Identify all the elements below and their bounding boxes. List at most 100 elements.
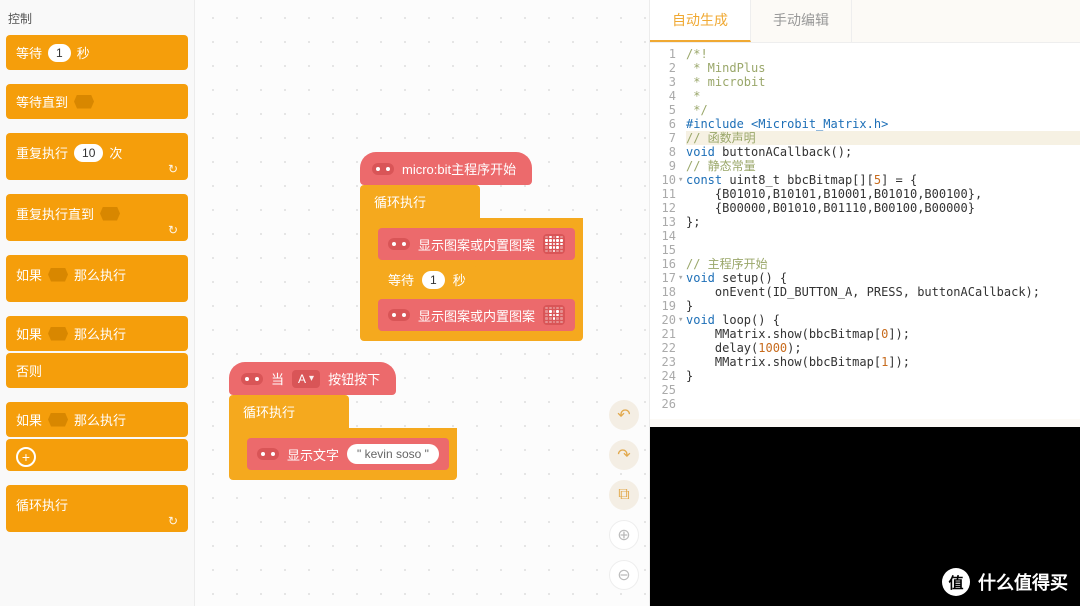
code-line: 11 {B01010,B10101,B10001,B01010,B00100}, — [650, 187, 1080, 201]
label: 那么执行 — [74, 410, 126, 429]
code-line: 15 — [650, 243, 1080, 257]
label: 那么执行 — [74, 324, 126, 343]
code-line: 21 MMatrix.show(bbcBitmap[0]); — [650, 327, 1080, 341]
block-palette: 控制 等待 1 秒 等待直到 重复执行 10 次 ↻ 重复执行直到 ↻ 如果 那… — [0, 0, 195, 606]
code-line: 6#include <Microbit_Matrix.h> — [650, 117, 1080, 131]
block-wait-until[interactable]: 等待直到 — [6, 84, 188, 119]
code-line: 24} — [650, 369, 1080, 383]
scripting-canvas[interactable]: micro:bit主程序开始 循环执行 显示图案或内置图案 — [195, 0, 650, 606]
hat-button-pressed[interactable]: 当 A 按钮按下 — [229, 362, 396, 395]
tab-auto-generate[interactable]: 自动生成 — [650, 0, 751, 42]
label: 重复执行直到 — [16, 204, 94, 223]
label: 秒 — [77, 43, 90, 62]
number-slot[interactable]: 1 — [48, 44, 71, 62]
code-line: 23 MMatrix.show(bbcBitmap[1]); — [650, 355, 1080, 369]
block-wait[interactable]: 等待 1 秒 — [378, 264, 476, 295]
block-wait-secs[interactable]: 等待 1 秒 — [6, 35, 188, 70]
code-line: 22 delay(1000); — [650, 341, 1080, 355]
code-line: 1/*! — [650, 47, 1080, 61]
loop-arrow-icon: ↻ — [168, 162, 178, 176]
block-if-then-else-bottom[interactable]: 否则 — [6, 353, 188, 388]
label: micro:bit主程序开始 — [402, 159, 516, 178]
block-if-then[interactable]: 如果 那么执行 — [6, 255, 188, 302]
code-line: 25 — [650, 383, 1080, 397]
block-plus-branch[interactable] — [6, 439, 188, 471]
label: 当 — [271, 369, 284, 388]
block-show-text[interactable]: 显示文字 " kevin soso " — [247, 438, 449, 470]
code-line: 17▾void setup() { — [650, 271, 1080, 285]
bool-slot[interactable] — [48, 268, 68, 282]
label: 否则 — [16, 361, 42, 380]
tab-manual-edit[interactable]: 手动编辑 — [751, 0, 852, 42]
code-panel: 自动生成 手动编辑 1/*!2 * MindPlus3 * microbit4 … — [650, 0, 1080, 606]
label: 显示图案或内置图案 — [418, 235, 535, 254]
block-repeat-until[interactable]: 重复执行直到 ↻ — [6, 194, 188, 241]
label: 等待 — [388, 270, 414, 289]
block-if-then-plus[interactable]: 如果 那么执行 — [6, 402, 188, 437]
code-line: 16// 主程序开始 — [650, 257, 1080, 271]
code-line: 7// 函数声明 — [650, 131, 1080, 145]
label: 秒 — [453, 270, 466, 289]
code-line: 19} — [650, 299, 1080, 313]
label: 按钮按下 — [328, 369, 380, 388]
matrix-slot[interactable] — [543, 305, 565, 325]
number-slot[interactable]: 1 — [422, 271, 445, 289]
c-block-body: 显示图案或内置图案 等待 1 秒 — [360, 218, 583, 341]
code-editor[interactable]: 1/*!2 * MindPlus3 * microbit4 *5 */6#inc… — [650, 43, 1080, 419]
zoom-in-button[interactable]: ⊕ — [609, 520, 639, 550]
microbit-icon — [388, 238, 410, 250]
code-line: 2 * MindPlus — [650, 61, 1080, 75]
loop-arrow-icon: ↻ — [168, 514, 178, 528]
code-tabs: 自动生成 手动编辑 — [650, 0, 1080, 43]
label: 如果 — [16, 265, 42, 284]
undo-button[interactable]: ↶ — [609, 400, 639, 430]
hat-microbit-start[interactable]: micro:bit主程序开始 — [360, 152, 532, 185]
label: 次 — [109, 143, 122, 162]
code-line: 14 — [650, 229, 1080, 243]
label: 循环执行 — [16, 495, 68, 514]
script-stack-button[interactable]: 当 A 按钮按下 循环执行 显示文字 " kevin soso " — [229, 362, 457, 480]
palette-category-title: 控制 — [8, 10, 188, 27]
script-stack-main[interactable]: micro:bit主程序开始 循环执行 显示图案或内置图案 — [360, 152, 583, 341]
number-slot[interactable]: 10 — [74, 144, 103, 162]
serial-console[interactable] — [650, 427, 1080, 606]
text-slot[interactable]: " kevin soso " — [347, 444, 439, 464]
block-repeat-n[interactable]: 重复执行 10 次 ↻ — [6, 133, 188, 180]
block-show-pattern-2[interactable]: 显示图案或内置图案 — [378, 299, 575, 331]
crop-button[interactable]: ⧉ — [609, 480, 639, 510]
code-line: 18 onEvent(ID_BUTTON_A, PRESS, buttonACa… — [650, 285, 1080, 299]
loop-arrow-icon: ↻ — [168, 223, 178, 237]
plus-icon[interactable] — [16, 447, 36, 467]
label: 那么执行 — [74, 265, 126, 284]
block-if-then-else-top[interactable]: 如果 那么执行 — [6, 316, 188, 351]
label: 如果 — [16, 410, 42, 429]
bool-slot[interactable] — [100, 207, 120, 221]
block-show-pattern[interactable]: 显示图案或内置图案 — [378, 228, 575, 260]
code-line: 8void buttonACallback(); — [650, 145, 1080, 159]
label: 重复执行 — [16, 143, 68, 162]
microbit-icon — [388, 309, 410, 321]
matrix-slot[interactable] — [543, 234, 565, 254]
code-line: 12 {B00000,B01010,B01110,B00100,B00000} — [650, 201, 1080, 215]
bool-slot[interactable] — [74, 95, 94, 109]
microbit-icon — [257, 448, 279, 460]
canvas-tools: ↶ ↷ ⧉ ⊕ ⊖ — [609, 400, 639, 590]
microbit-icon — [241, 373, 263, 385]
code-line: 10▾const uint8_t bbcBitmap[][5] = { — [650, 173, 1080, 187]
code-line: 26 — [650, 397, 1080, 411]
zoom-out-button[interactable]: ⊖ — [609, 560, 639, 590]
c-block-forever[interactable]: 循环执行 — [229, 395, 349, 428]
button-select[interactable]: A — [292, 370, 320, 388]
redo-button[interactable]: ↷ — [609, 440, 639, 470]
code-line: 9// 静态常量 — [650, 159, 1080, 173]
code-line: 3 * microbit — [650, 75, 1080, 89]
c-block-body: 显示文字 " kevin soso " — [229, 428, 457, 480]
label: 等待直到 — [16, 92, 68, 111]
code-line: 4 * — [650, 89, 1080, 103]
block-forever[interactable]: 循环执行 ↻ — [6, 485, 188, 532]
bool-slot[interactable] — [48, 327, 68, 341]
bool-slot[interactable] — [48, 413, 68, 427]
label: 显示图案或内置图案 — [418, 306, 535, 325]
c-block-forever[interactable]: 循环执行 — [360, 185, 480, 218]
label: 显示文字 — [287, 445, 339, 464]
